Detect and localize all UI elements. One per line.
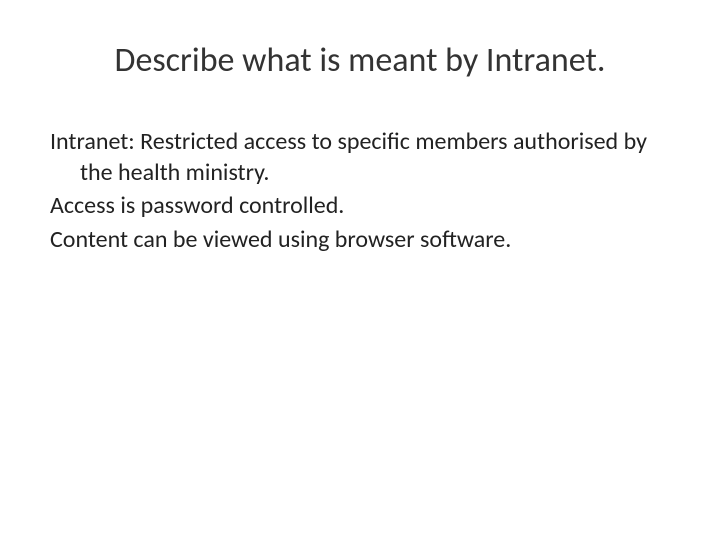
paragraph-3: Content can be viewed using browser soft… (50, 224, 670, 255)
slide-title: Describe what is meant by Intranet. (50, 40, 670, 81)
slide-content: Intranet: Restricted access to specific … (50, 126, 670, 255)
paragraph-2: Access is password controlled. (50, 190, 670, 221)
slide-container: Describe what is meant by Intranet. Intr… (0, 0, 720, 540)
paragraph-1: Intranet: Restricted access to specific … (50, 126, 670, 188)
